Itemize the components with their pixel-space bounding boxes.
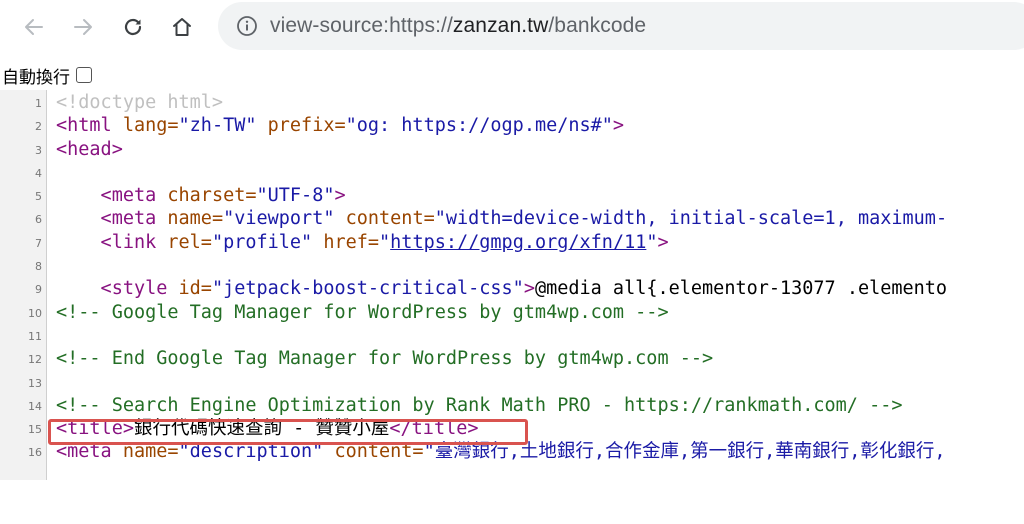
line-number: 9 xyxy=(35,283,42,297)
attr-token: href= xyxy=(312,231,380,253)
line-code: <!doctype html> xyxy=(56,92,224,113)
value-token: "jetpack-boost-critical-css" xyxy=(211,278,524,300)
tag-token: <html xyxy=(56,115,123,137)
source-line: 12 <!-- End Google Tag Manager for WordP… xyxy=(0,347,1024,370)
site-info-icon[interactable] xyxy=(236,15,258,41)
line-code: <link rel="profile" href="https://gmpg.o… xyxy=(56,231,669,254)
tag-token: > xyxy=(657,231,669,253)
line-code: <head> xyxy=(56,138,123,160)
line-number: 2 xyxy=(35,120,42,134)
tag-token: > xyxy=(523,278,535,300)
source-link[interactable]: https://gmpg.org/xfn/11 xyxy=(390,232,646,253)
line-number: 7 xyxy=(35,236,42,250)
title-highlight-box xyxy=(48,419,528,445)
line-number: 10 xyxy=(28,306,42,320)
tag-token: <link xyxy=(56,231,168,253)
value-token: "og: https://ogp.me/ns#" xyxy=(345,115,613,137)
attr-token: id= xyxy=(178,278,212,300)
line-wrap-label: 自動換行 xyxy=(2,67,70,88)
back-button[interactable] xyxy=(17,10,51,44)
url-prefix: view-source:https:// xyxy=(270,14,453,37)
source-line: 13 xyxy=(0,371,1024,394)
line-code: <meta charset="UTF-8"> xyxy=(56,184,346,207)
attr-token: lang= xyxy=(122,115,179,137)
value-token: " xyxy=(379,231,391,253)
line-wrap-checkbox[interactable] xyxy=(76,67,92,83)
tag-token: <meta xyxy=(56,208,168,230)
attr-token: name= xyxy=(167,208,224,230)
value-token: "viewport" xyxy=(223,208,335,230)
source-view: 1 <!doctype html> 2 <html lang="zh-TW" p… xyxy=(0,91,1024,464)
forward-arrow-icon xyxy=(74,19,92,35)
line-number: 16 xyxy=(28,446,42,460)
tag-token: <style xyxy=(56,278,179,300)
attr-token: content= xyxy=(334,208,435,230)
line-wrap-toggle: 自動換行 xyxy=(0,62,92,88)
tag-token: > xyxy=(334,185,346,207)
url-text[interactable]: view-source:https://zanzan.tw/bankcode xyxy=(270,14,646,38)
source-line: 11 xyxy=(0,324,1024,347)
line-code: <style id="jetpack-boost-critical-css">@… xyxy=(56,277,948,300)
source-line: 10 <!-- Google Tag Manager for WordPress… xyxy=(0,301,1024,324)
line-number: 15 xyxy=(28,423,42,437)
line-number: 3 xyxy=(35,143,42,157)
source-line: 9 <style id="jetpack-boost-critical-css"… xyxy=(0,277,1024,300)
reload-icon xyxy=(124,18,142,36)
line-number: 4 xyxy=(35,166,42,180)
attr-token: charset= xyxy=(167,185,257,207)
back-arrow-icon xyxy=(25,19,43,35)
line-number: 5 xyxy=(35,190,42,204)
attr-token: prefix= xyxy=(256,115,346,137)
source-line: 1 <!doctype html> xyxy=(0,91,1024,114)
source-line: 4 xyxy=(0,161,1024,184)
browser-toolbar: view-source:https://zanzan.tw/bankcode xyxy=(0,0,1024,54)
value-token: "width=device-width, initial-scale=1, ma… xyxy=(434,208,948,230)
value-token: "profile" xyxy=(211,231,313,253)
source-line: 8 xyxy=(0,254,1024,277)
line-number: 11 xyxy=(28,329,42,343)
reload-button[interactable] xyxy=(116,10,150,44)
line-number: 1 xyxy=(35,97,42,110)
source-line: 7 <link rel="profile" href="https://gmpg… xyxy=(0,231,1024,254)
line-number: 13 xyxy=(28,376,42,390)
text-token: @media all{.elementor-13077 .elemento xyxy=(534,278,948,300)
line-number: 14 xyxy=(28,399,42,413)
line-code: <meta name="viewport" content="width=dev… xyxy=(56,207,948,230)
source-line: 2 <html lang="zh-TW" prefix="og: https:/… xyxy=(0,114,1024,137)
address-bar[interactable]: view-source:https://zanzan.tw/bankcode xyxy=(218,2,1024,50)
line-number: 6 xyxy=(35,213,42,227)
value-token: "UTF-8" xyxy=(256,185,335,207)
source-line: 3 <head> xyxy=(0,138,1024,161)
home-button[interactable] xyxy=(165,10,199,44)
line-code: <html lang="zh-TW" prefix="og: https://o… xyxy=(56,114,624,137)
value-token: "zh-TW" xyxy=(178,115,257,137)
source-line: 6 <meta name="viewport" content="width=d… xyxy=(0,207,1024,230)
source-line: 5 <meta charset="UTF-8"> xyxy=(0,184,1024,207)
url-host: zanzan.tw xyxy=(452,14,549,37)
source-line: 14 <!-- Search Engine Optimization by Ra… xyxy=(0,394,1024,417)
attr-token: rel= xyxy=(167,231,212,253)
value-token: " xyxy=(646,231,658,253)
tag-token: <meta xyxy=(56,185,168,207)
tag-token: > xyxy=(612,115,625,137)
forward-button[interactable] xyxy=(66,10,100,44)
line-number: 8 xyxy=(35,260,42,274)
line-code: <!-- Search Engine Optimization by Rank … xyxy=(56,394,903,416)
line-code: <!-- End Google Tag Manager for WordPres… xyxy=(56,348,714,370)
line-number: 12 xyxy=(28,353,42,367)
line-code: <!-- Google Tag Manager for WordPress by… xyxy=(56,301,669,323)
home-icon xyxy=(173,18,191,36)
url-path: /bankcode xyxy=(548,14,647,37)
